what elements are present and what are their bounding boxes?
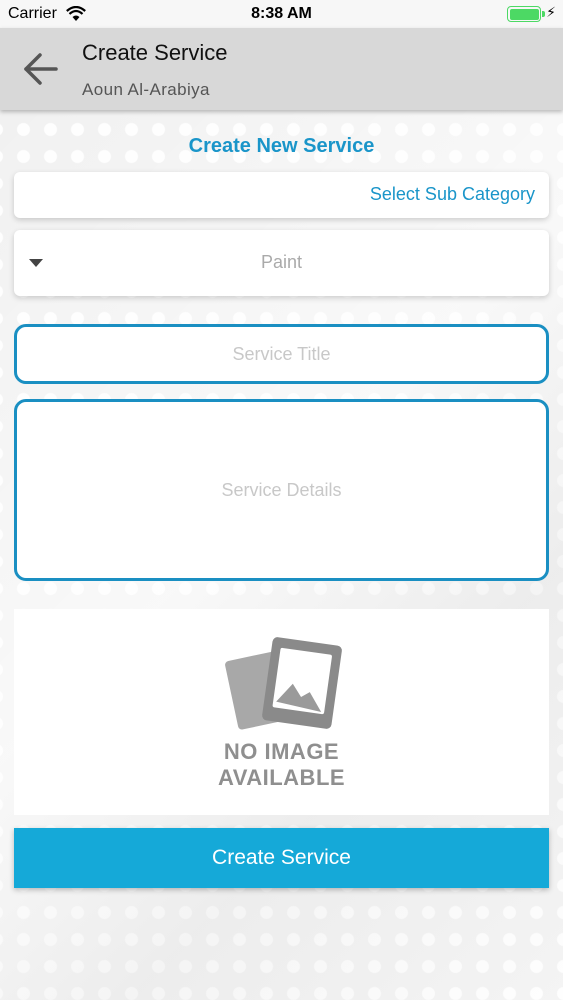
dropdown-selected-value: Paint: [260, 252, 303, 272]
charging-bolt-icon: ⚡: [546, 4, 556, 20]
battery-icon: [507, 6, 541, 22]
sub-category-card[interactable]: Select Sub Category: [14, 172, 549, 218]
service-title-input[interactable]: [14, 324, 549, 384]
no-image-line-2: AVAILABLE: [217, 765, 346, 790]
sub-category-label: Select Sub Category: [369, 184, 535, 204]
create-service-button[interactable]: Create Service: [14, 828, 549, 888]
back-button[interactable]: [18, 48, 64, 90]
main-content: Create New Service Select Sub Category P…: [0, 110, 563, 1000]
status-bar: Carrier 8:38 AM ⚡: [0, 0, 563, 28]
form-heading: Create New Service: [188, 135, 375, 157]
battery-cap: [542, 11, 545, 17]
clock-time: 8:38 AM: [251, 5, 312, 22]
service-details-input[interactable]: [14, 399, 549, 581]
page-title: Create Service: [82, 40, 228, 65]
page-subtitle: Aoun Al-Arabiya: [82, 80, 210, 99]
sub-category-dropdown[interactable]: Paint: [14, 230, 549, 296]
image-picker[interactable]: NO IMAGE AVAILABLE: [14, 609, 549, 815]
no-image-line-1: NO IMAGE: [223, 739, 340, 764]
no-image-icon: [225, 637, 342, 730]
navigation-bar: Create Service Aoun Al-Arabiya: [0, 28, 563, 110]
arrow-left-icon: [24, 53, 58, 85]
no-image-label: NO IMAGE AVAILABLE: [14, 739, 549, 791]
